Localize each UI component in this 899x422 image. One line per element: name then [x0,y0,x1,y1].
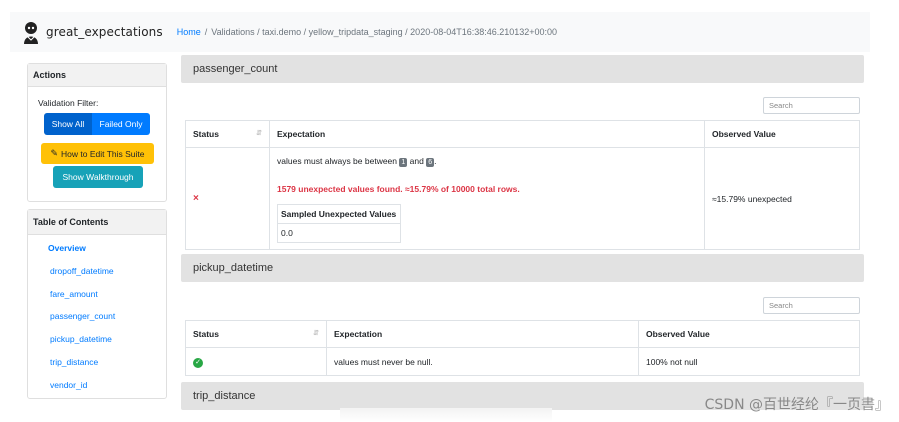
section-header-pickup-datetime: pickup_datetime [181,254,864,282]
status-cell: × [185,147,270,250]
toc-item-passenger-count[interactable]: passenger_count [50,311,115,321]
failed-status-icon: × [193,193,199,204]
check-circle-icon: ✓ [193,357,203,368]
scroll-shadow [340,408,552,422]
actions-card-title: Actions [28,64,166,87]
unexpected-values-message: 1579 unexpected values found. ≈15.79% of… [277,184,520,194]
table-row: × values must always be between 1 and 6.… [185,147,860,250]
breadcrumb: Home / Validations / taxi.demo / yellow_… [177,27,557,37]
expectation-cell: values must never be null. [326,347,639,376]
observed-value-cell: 100% not null [638,347,860,376]
column-header-expectation[interactable]: Expectation [269,120,705,148]
expectations-table: Status ⇵ Expectation Observed Value ✓ val… [185,320,860,376]
sort-icon: ⇵ [256,130,262,137]
toc-item-overview[interactable]: Overview [48,243,86,253]
toc-item-trip-distance[interactable]: trip_distance [50,357,98,367]
breadcrumb-separator: / [204,27,208,37]
edit-suite-label: How to Edit This Suite [61,148,145,159]
table-header-row: Status ⇵ Expectation Observed Value [185,320,860,348]
expectations-table: Status ⇵ Expectation Observed Value × val… [185,120,860,250]
observed-value-cell: ≈15.79% unexpected [704,147,860,250]
sampled-values-header: Sampled Unexpected Values [281,209,397,219]
sampled-value: 0.0 [278,223,400,242]
actions-card: Actions Validation Filter: Show All Fail… [27,63,167,202]
breadcrumb-path: Validations / taxi.demo / yellow_tripdat… [211,27,558,37]
column-header-expectation[interactable]: Expectation [326,320,639,348]
status-cell: ✓ [185,347,327,376]
column-header-status[interactable]: Status ⇵ [185,120,270,148]
expectation-cell: values must always be between 1 and 6. 1… [269,147,705,250]
failed-only-button[interactable]: Failed Only [92,113,150,135]
validation-filter-group: Show All Failed Only [44,113,150,135]
column-header-observed-value[interactable]: Observed Value [704,120,860,148]
breadcrumb-home-link[interactable]: Home [177,27,201,37]
edit-suite-button[interactable]: ✎ How to Edit This Suite [41,143,154,164]
toc-item-vendor-id[interactable]: vendor_id [50,380,87,390]
column-header-status[interactable]: Status ⇵ [185,320,327,348]
brand-name: great_expectations [46,25,163,39]
toc-title: Table of Contents [28,210,166,235]
great-expectations-logo [24,22,38,44]
table-header-row: Status ⇵ Expectation Observed Value [185,120,860,148]
validation-filter-label: Validation Filter: [38,98,99,108]
watermark: CSDN @百世经纶『一页書』 [704,397,889,413]
search-input[interactable]: Search [763,97,860,114]
sort-icon: ⇵ [313,330,319,337]
toc-item-fare-amount[interactable]: fare_amount [50,289,98,299]
table-of-contents: Table of Contents Overview dropoff_datet… [27,209,167,399]
toc-item-pickup-datetime[interactable]: pickup_datetime [50,334,112,344]
edit-icon: ✎ [50,148,59,158]
section-header-passenger-count: passenger_count [181,55,864,83]
show-walkthrough-button[interactable]: Show Walkthrough [53,166,143,188]
top-navbar: great_expectations Home / Validations / … [10,12,870,52]
min-value-badge: 1 [399,158,408,167]
brand[interactable]: great_expectations [20,20,163,44]
max-value-badge: 6 [426,158,435,167]
table-row: ✓ values must never be null. 100% not nu… [185,347,860,376]
expectation-text: values must always be between 1 and 6. [277,156,437,167]
sampled-unexpected-values-table: Sampled Unexpected Values 0.0 [277,204,401,243]
show-all-button[interactable]: Show All [44,113,92,135]
column-header-observed-value[interactable]: Observed Value [638,320,860,348]
toc-item-dropoff-datetime[interactable]: dropoff_datetime [50,266,114,276]
search-input[interactable]: Search [763,297,860,314]
